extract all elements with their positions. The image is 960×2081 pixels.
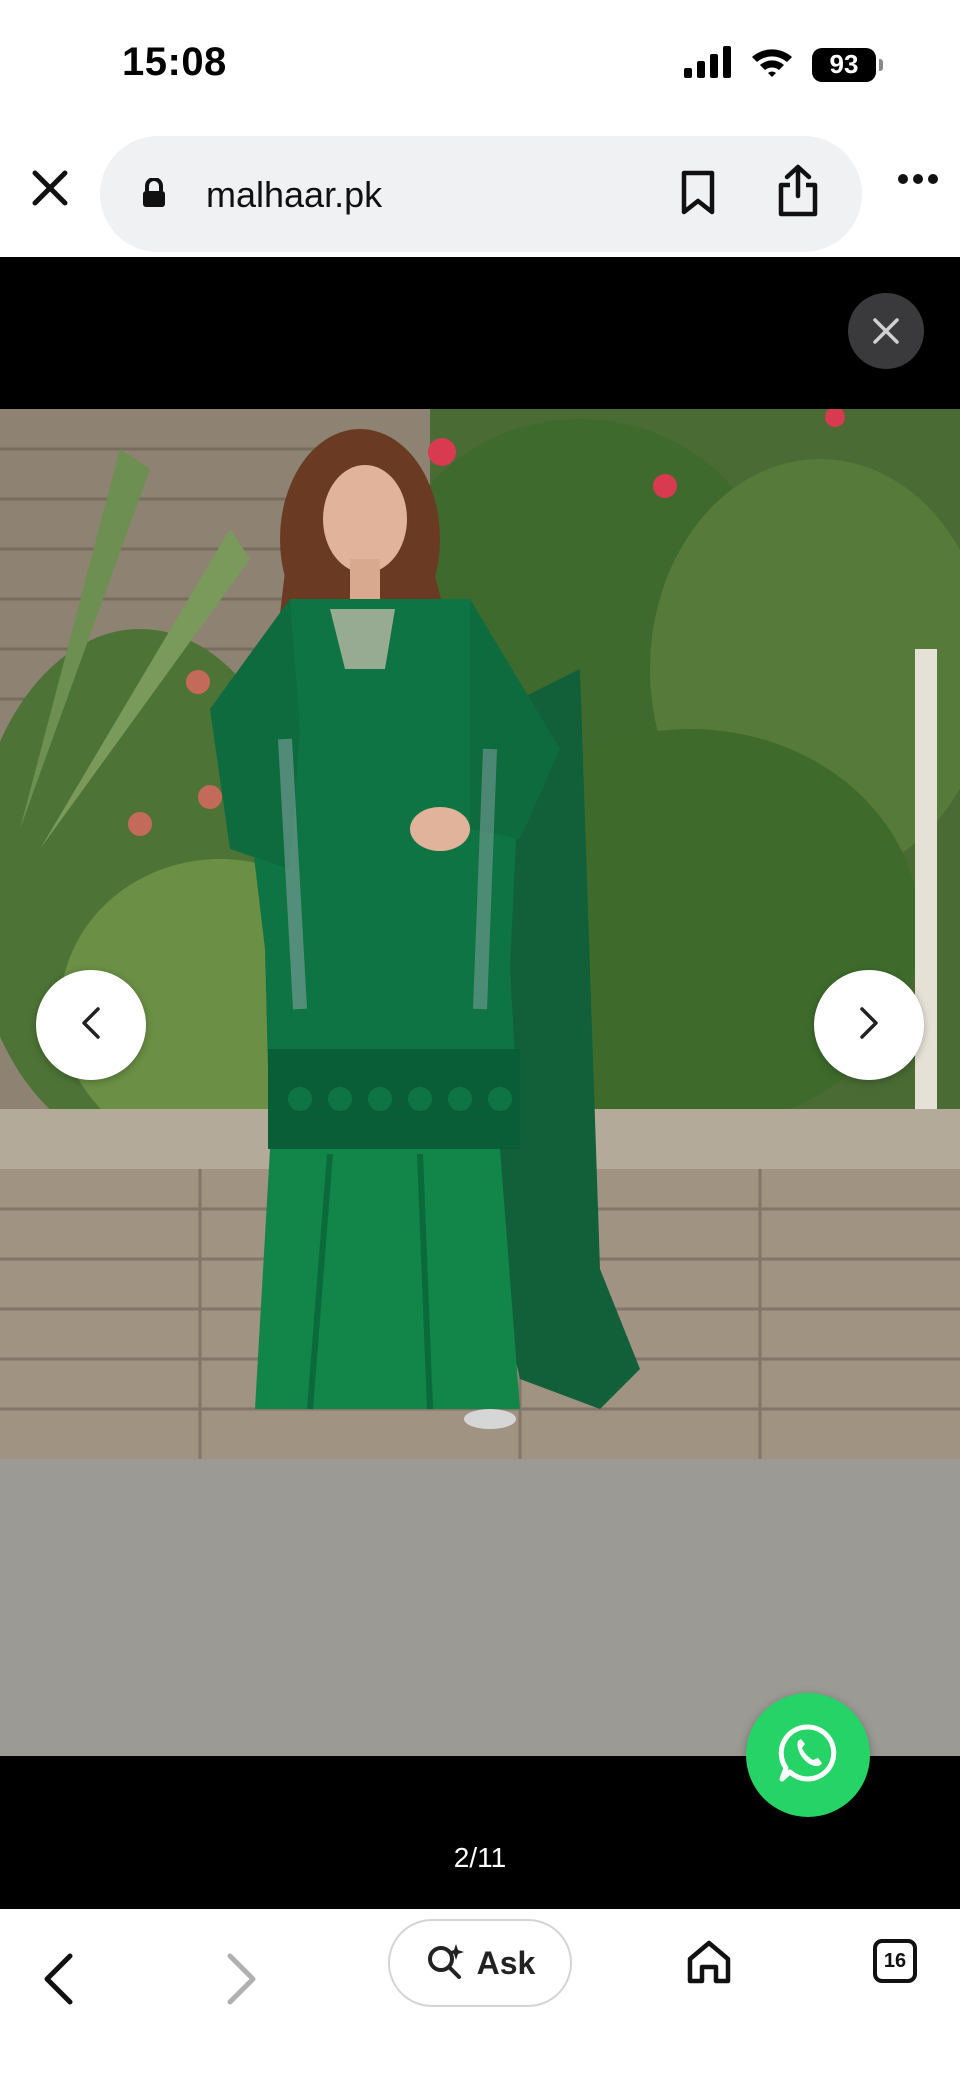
- chevron-right-icon: [859, 1006, 879, 1045]
- status-time: 15:08: [122, 40, 227, 84]
- url-text: malhaar.pk: [206, 174, 383, 215]
- address-bar[interactable]: malhaar.pk: [100, 136, 862, 252]
- more-icon[interactable]: [898, 172, 938, 190]
- browser-toolbar: malhaar.pk: [0, 128, 960, 257]
- home-icon[interactable]: [686, 1939, 732, 1990]
- image-counter: 2/11: [453, 1842, 507, 1873]
- forward-icon[interactable]: [226, 1953, 258, 2010]
- status-indicators: 93: [684, 46, 883, 83]
- wifi-icon: [750, 46, 794, 83]
- tabs-icon[interactable]: 16: [873, 1939, 917, 1983]
- status-bar: 15:08 93: [0, 0, 960, 128]
- close-icon[interactable]: [22, 160, 78, 216]
- bookmark-icon[interactable]: [680, 170, 716, 221]
- close-icon[interactable]: [848, 293, 924, 369]
- lock-icon: [142, 177, 166, 213]
- share-icon[interactable]: [776, 164, 820, 223]
- browser-bottom-toolbar: Ask 16: [0, 1909, 960, 2081]
- whatsapp-icon: [776, 1721, 840, 1790]
- whatsapp-chat-button[interactable]: [746, 1693, 870, 1817]
- next-image-button[interactable]: [814, 970, 924, 1080]
- previous-image-button[interactable]: [36, 970, 146, 1080]
- chevron-left-icon: [81, 1006, 101, 1045]
- image-viewer: 2/11: [0, 257, 960, 1909]
- ask-search-icon: [425, 1941, 465, 1986]
- product-photo[interactable]: [0, 409, 960, 1756]
- ask-button[interactable]: Ask: [388, 1919, 572, 2007]
- signal-icon: [684, 46, 732, 83]
- back-icon[interactable]: [42, 1953, 74, 2010]
- ask-label: Ask: [476, 1944, 536, 1981]
- battery-icon: 93: [812, 47, 883, 82]
